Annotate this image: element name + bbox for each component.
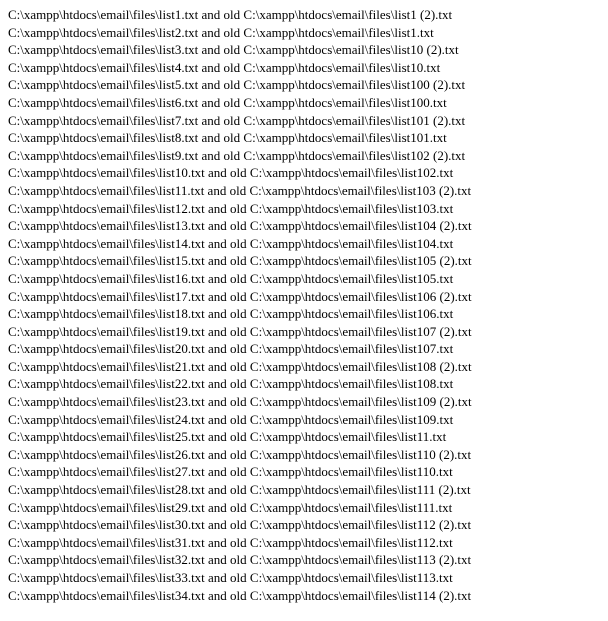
output-line: C:\xampp\htdocs\email\files\list10.txt a… [8, 165, 454, 181]
output-line: C:\xampp\htdocs\email\files\list17.txt a… [8, 288, 472, 304]
output-line: C:\xampp\htdocs\email\files\list6.txt an… [8, 94, 447, 110]
output-line: C:\xampp\htdocs\email\files\list16.txt a… [8, 270, 454, 286]
output-line: C:\xampp\htdocs\email\files\list24.txt a… [8, 411, 454, 427]
output-line: C:\xampp\htdocs\email\files\list32.txt a… [8, 552, 472, 568]
output-line: C:\xampp\htdocs\email\files\list14.txt a… [8, 235, 454, 251]
output-line: C:\xampp\htdocs\email\files\list26.txt a… [8, 446, 472, 462]
output-line: C:\xampp\htdocs\email\files\list11.txt a… [8, 182, 472, 198]
output-line: C:\xampp\htdocs\email\files\list34.txt a… [8, 587, 472, 603]
file-rename-output-list: C:\xampp\htdocs\email\files\list1.txt an… [0, 0, 608, 604]
output-line: C:\xampp\htdocs\email\files\list30.txt a… [8, 517, 472, 533]
output-line: C:\xampp\htdocs\email\files\list29.txt a… [8, 499, 453, 515]
output-line: C:\xampp\htdocs\email\files\list20.txt a… [8, 341, 454, 357]
output-line: C:\xampp\htdocs\email\files\list28.txt a… [8, 482, 471, 498]
output-line: C:\xampp\htdocs\email\files\list9.txt an… [8, 147, 466, 163]
output-line: C:\xampp\htdocs\email\files\list21.txt a… [8, 358, 472, 374]
output-line: C:\xampp\htdocs\email\files\list5.txt an… [8, 77, 466, 93]
output-line: C:\xampp\htdocs\email\files\list13.txt a… [8, 218, 472, 234]
output-line: C:\xampp\htdocs\email\files\list23.txt a… [8, 394, 472, 410]
output-line: C:\xampp\htdocs\email\files\list25.txt a… [8, 429, 447, 445]
output-line: C:\xampp\htdocs\email\files\list31.txt a… [8, 534, 453, 550]
output-line: C:\xampp\htdocs\email\files\list3.txt an… [8, 42, 459, 58]
output-line: C:\xampp\htdocs\email\files\list4.txt an… [8, 59, 441, 75]
output-line: C:\xampp\htdocs\email\files\list8.txt an… [8, 130, 447, 146]
output-line: C:\xampp\htdocs\email\files\list33.txt a… [8, 570, 453, 585]
output-line: C:\xampp\htdocs\email\files\list2.txt an… [8, 24, 434, 40]
output-line: C:\xampp\htdocs\email\files\list1.txt an… [8, 7, 453, 22]
output-line: C:\xampp\htdocs\email\files\list12.txt a… [8, 200, 454, 216]
output-line: C:\xampp\htdocs\email\files\list18.txt a… [8, 306, 454, 322]
output-line: C:\xampp\htdocs\email\files\list27.txt a… [8, 464, 453, 480]
output-line: C:\xampp\htdocs\email\files\list7.txt an… [8, 112, 466, 128]
output-line: C:\xampp\htdocs\email\files\list15.txt a… [8, 253, 472, 269]
output-line: C:\xampp\htdocs\email\files\list22.txt a… [8, 376, 454, 392]
output-line: C:\xampp\htdocs\email\files\list19.txt a… [8, 323, 472, 339]
